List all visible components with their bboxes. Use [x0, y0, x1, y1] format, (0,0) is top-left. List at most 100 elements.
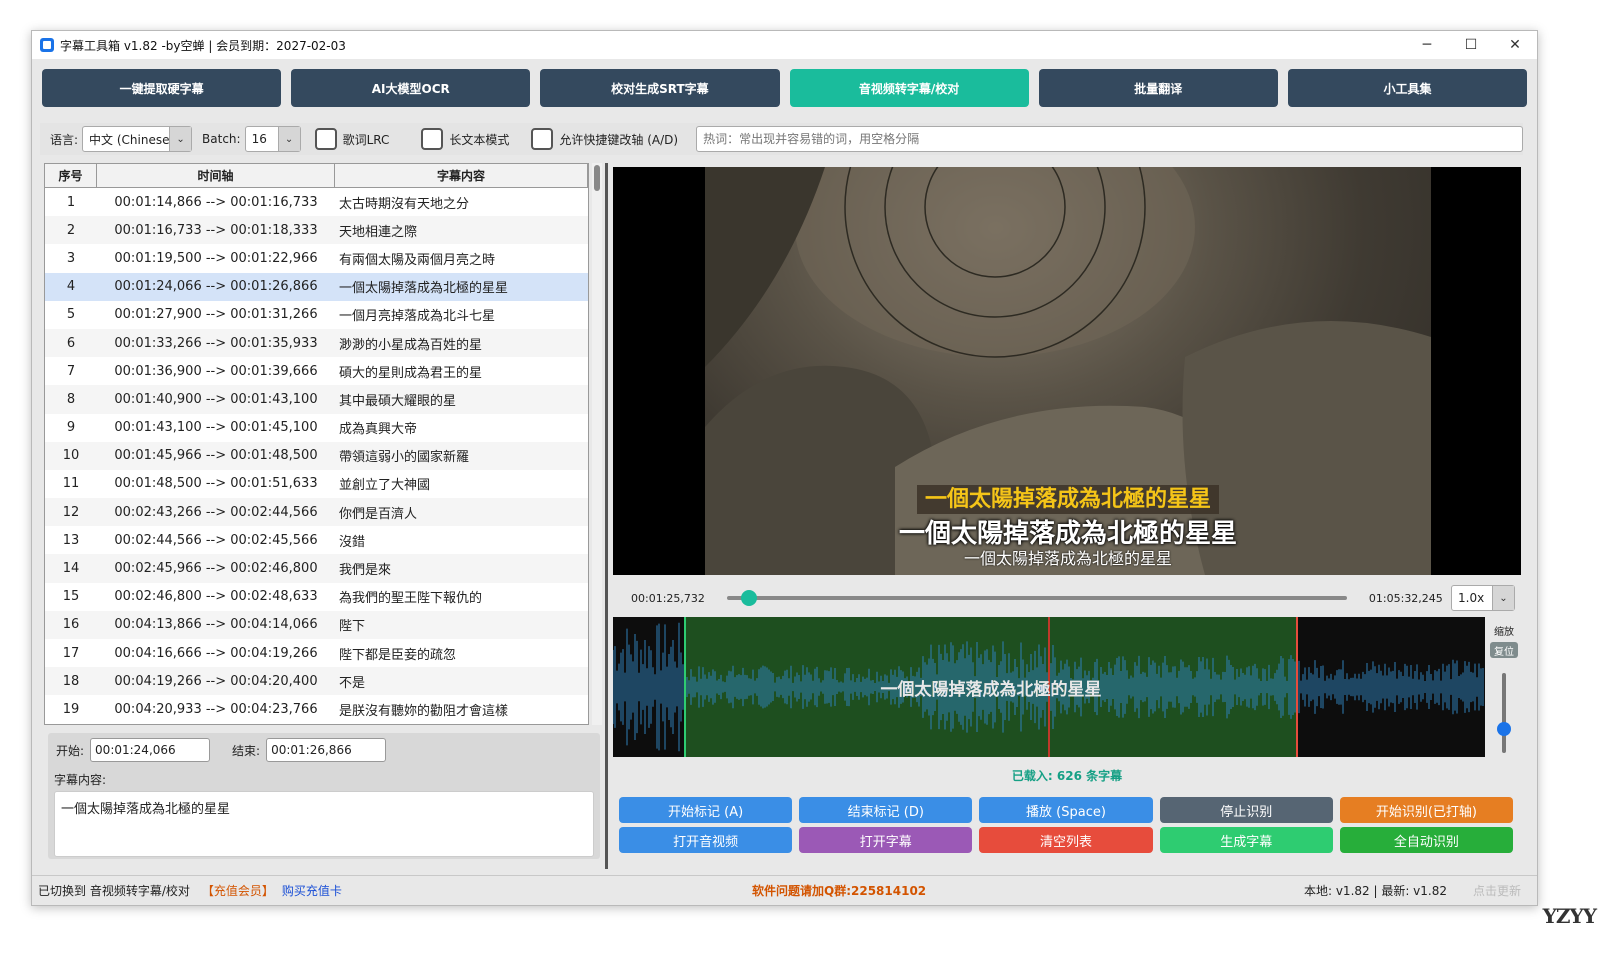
subtitle-overlay-small: 一個太陽掉落成為北極的星星 — [963, 549, 1172, 568]
current-time: 00:01:25,732 — [631, 591, 705, 605]
maximize-button[interactable]: ☐ — [1449, 31, 1493, 59]
header-timeline[interactable]: 时间轴 — [97, 164, 335, 187]
table-body: 1 00:01:14,866 --> 00:01:16,733 太古時期沒有天地之分… — [45, 188, 588, 724]
table-row[interactable]: 1 00:01:14,866 --> 00:01:16,733 太古時期沒有天地之分 — [45, 188, 588, 216]
row-index: 1 — [66, 194, 76, 210]
mark-start-button[interactable]: 开始标记 (A) — [619, 797, 793, 823]
table-row[interactable]: 14 00:02:45,966 --> 00:02:46,800 我們是來 — [45, 554, 588, 583]
table-row[interactable]: 5 00:01:27,900 --> 00:01:31,266 一個月亮掉落成為北斗… — [45, 301, 588, 329]
player-controls: 00:01:25,732 01:05:32,245 1.0x ⌄ — [613, 581, 1521, 615]
panel-splitter[interactable] — [605, 163, 608, 869]
buy-card-link[interactable]: 购买充值卡 — [282, 882, 342, 899]
hotwords-input[interactable] — [696, 126, 1523, 152]
table-row[interactable]: 18 00:04:19,266 --> 00:04:20,400 不是 — [45, 667, 588, 696]
start-time-input[interactable]: 00:01:24,066 — [90, 738, 211, 762]
row-content: 陛下 — [339, 619, 366, 635]
start-recognition-button[interactable]: 开始识别(已打轴) — [1339, 797, 1513, 823]
scrollbar-thumb[interactable] — [594, 165, 600, 191]
table-row[interactable]: 15 00:02:46,800 --> 00:02:48,633 為我們的聖王陛下報… — [45, 583, 588, 611]
speed-select[interactable]: 1.0x ⌄ — [1451, 585, 1515, 611]
row-content: 有兩個太陽及兩個月亮之時 — [339, 252, 496, 268]
row-content: 並創立了大神國 — [339, 478, 431, 494]
tab-hard-subtitle[interactable]: 一键提取硬字幕 — [42, 69, 282, 107]
table-row[interactable]: 13 00:02:44,566 --> 00:02:45,566 沒錯 — [45, 526, 588, 554]
zoom-knob[interactable] — [1497, 722, 1511, 736]
tab-ai-ocr[interactable]: AI大模型OCR — [291, 69, 531, 107]
table-row[interactable]: 2 00:01:16,733 --> 00:01:18,333 天地相連之際 — [45, 216, 588, 245]
mark-end-button[interactable]: 结束标记 (D) — [799, 797, 973, 823]
row-content: 天地相連之際 — [339, 224, 418, 240]
row-timeline: 00:01:36,900 --> 00:01:39,666 — [114, 363, 318, 379]
table-header: 序号 时间轴 字幕内容 — [45, 164, 588, 188]
table-row[interactable]: 11 00:01:48,500 --> 00:01:51,633 並創立了大神國 — [45, 470, 588, 498]
batch-select[interactable]: 16 ⌄ — [244, 126, 301, 152]
header-index[interactable]: 序号 — [45, 164, 97, 187]
tab-srt-proofread[interactable]: 校对生成SRT字幕 — [540, 69, 780, 107]
row-timeline: 00:02:45,966 --> 00:02:46,800 — [114, 561, 318, 577]
header-content[interactable]: 字幕内容 — [335, 164, 588, 187]
table-row[interactable]: 17 00:04:16,666 --> 00:04:19,266 陛下都是臣妾的疏忽 — [45, 639, 588, 667]
row-content: 太古時期沒有天地之分 — [339, 196, 470, 212]
table-row[interactable]: 8 00:01:40,900 --> 00:01:43,100 其中最碩大耀眼的星 — [45, 385, 588, 414]
end-label: 结束: — [232, 743, 261, 758]
table-row[interactable]: 16 00:04:13,866 --> 00:04:14,066 陛下 — [45, 610, 588, 639]
row-index: 12 — [62, 504, 80, 520]
tab-batch-translate[interactable]: 批量翻译 — [1038, 69, 1278, 107]
subtitle-list-panel: 序号 时间轴 字幕内容 1 00:01:14,866 --> 00:01:16,7… — [44, 163, 604, 869]
open-subtitle-button[interactable]: 打开字幕 — [799, 827, 973, 853]
total-time: 01:05:32,245 — [1368, 591, 1443, 605]
shortcut-checkbox[interactable]: 允许快捷键改轴 (A/D) — [531, 128, 678, 150]
progress-knob[interactable] — [740, 590, 757, 606]
tab-audio-to-subtitle[interactable]: 音视频转字幕/校对 — [789, 69, 1029, 107]
row-index: 16 — [62, 617, 80, 633]
long-text-checkbox[interactable]: 长文本模式 — [421, 128, 509, 150]
row-index: 17 — [62, 645, 80, 661]
minimize-button[interactable]: ─ — [1405, 31, 1449, 59]
generate-subtitle-button[interactable]: 生成字幕 — [1159, 827, 1333, 853]
end-time-input[interactable]: 00:01:26,866 — [266, 738, 387, 762]
reset-zoom-button[interactable]: 复位 — [1490, 642, 1518, 658]
row-content: 成為真興大帝 — [339, 422, 418, 438]
open-media-button[interactable]: 打开音视频 — [619, 827, 793, 853]
row-index: 5 — [66, 307, 76, 323]
row-timeline: 00:01:19,500 --> 00:01:22,966 — [114, 250, 318, 266]
lrc-checkbox[interactable]: 歌词LRC — [314, 128, 389, 150]
watermark-logo: YZYY — [1542, 904, 1597, 928]
row-content: 是朕沒有聽妳的勸阻才會這樣 — [339, 703, 509, 719]
row-index: 2 — [66, 222, 76, 238]
table-row[interactable]: 3 00:01:19,500 --> 00:01:22,966 有兩個太陽及兩個月亮… — [45, 244, 588, 272]
clear-list-button[interactable]: 清空列表 — [979, 827, 1153, 853]
checkbox-box — [531, 128, 554, 150]
time-fields: 开始: 00:01:24,066 结束: 00:01:26,866 — [48, 733, 600, 767]
stop-recognition-button[interactable]: 停止识别 — [1159, 797, 1333, 823]
subtitle-content-textarea[interactable]: 一個太陽掉落成為北極的星星 — [54, 791, 594, 857]
table-row[interactable]: 12 00:02:43,266 --> 00:02:44,566 你們是百濟人 — [45, 498, 588, 527]
table-row[interactable]: 6 00:01:33,266 --> 00:01:35,933 渺渺的小星成為百姓的… — [45, 328, 588, 358]
table-row[interactable]: 19 00:04:20,933 --> 00:04:23,766 是朕沒有聽妳的勸阻… — [45, 695, 588, 723]
tab-small-tools[interactable]: 小工具集 — [1287, 69, 1528, 107]
language-select[interactable]: 中文 (Chinese ⌄ — [82, 126, 193, 152]
options-bar: 语言: 中文 (Chinese ⌄ Batch: 16 ⌄ 歌词LRC 长文本模… — [40, 123, 1523, 155]
auto-recognize-button[interactable]: 全自动识别 — [1339, 827, 1513, 853]
vip-link[interactable]: 【充值会员】 — [202, 882, 274, 899]
play-button[interactable]: 播放 (Space) — [979, 797, 1153, 823]
row-content: 你們是百濟人 — [339, 506, 418, 522]
table-row[interactable]: 4 00:01:24,066 --> 00:01:26,866 一個太陽掉落成為北極… — [45, 272, 588, 301]
row-index: 14 — [62, 561, 80, 577]
zoom-slider[interactable] — [1502, 673, 1506, 753]
progress-slider[interactable] — [726, 590, 1347, 606]
status-bar: 已切换到 音视频转字幕/校对 【充值会员】 购买充值卡 软件问题请加Q群:225… — [32, 875, 1537, 905]
table-row[interactable]: 10 00:01:45,966 --> 00:01:48,500 帶領這弱小的國家新… — [45, 441, 588, 470]
table-scrollbar[interactable] — [592, 163, 602, 725]
row-content: 不是 — [339, 675, 366, 691]
waveform-view[interactable]: 一個太陽掉落成為北極的星星 — [613, 617, 1485, 757]
table-row[interactable]: 7 00:01:36,900 --> 00:01:39,666 碩大的星則成為君王的… — [45, 357, 588, 385]
video-preview[interactable]: 一個太陽掉落成為北極的星星 一個太陽掉落成為北極的星星 一個太陽掉落成為北極的星… — [613, 167, 1521, 575]
table-row[interactable]: 9 00:01:43,100 --> 00:01:45,100 成為真興大帝 — [45, 414, 588, 442]
row-index: 7 — [66, 363, 76, 379]
title-bar: 字幕工具箱 v1.82 -by空蝉 | 会员到期：2027-02-03 ─ ☐ … — [32, 31, 1537, 59]
batch-label: Batch: — [202, 132, 241, 146]
row-timeline: 00:04:19,266 --> 00:04:20,400 — [114, 673, 318, 689]
update-link[interactable]: 点击更新 — [1473, 882, 1521, 899]
close-button[interactable]: ✕ — [1493, 31, 1537, 59]
